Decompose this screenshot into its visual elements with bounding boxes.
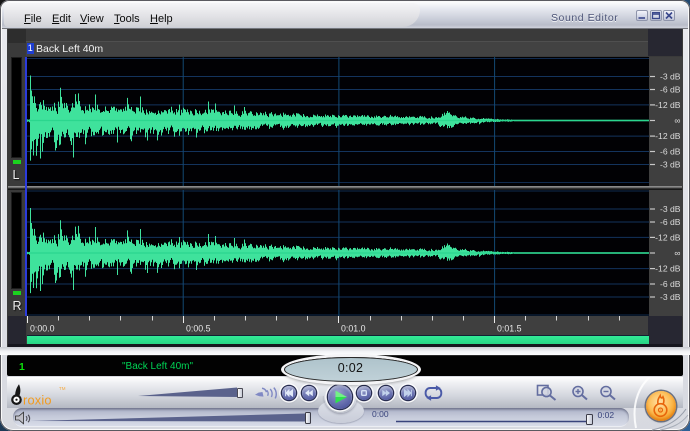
svg-text:-12 dB: -12 dB [655, 263, 681, 273]
svg-text:0:01.5: 0:01.5 [497, 323, 522, 333]
svg-text:-3 dB: -3 dB [659, 292, 680, 302]
svg-text:-3 dB: -3 dB [659, 204, 680, 214]
svg-text:-6 dB: -6 dB [659, 217, 680, 227]
svg-text:-12 dB: -12 dB [655, 100, 681, 110]
svg-text:TM: TM [59, 386, 66, 391]
svg-text:-6 dB: -6 dB [659, 147, 680, 157]
svg-text:∞: ∞ [674, 116, 680, 126]
svg-text:-6 dB: -6 dB [659, 279, 680, 289]
svg-text:0:00.5: 0:00.5 [186, 323, 211, 333]
svg-text:0:01.0: 0:01.0 [341, 323, 366, 333]
svg-text:-12 dB: -12 dB [655, 232, 681, 242]
svg-text:-3 dB: -3 dB [659, 160, 680, 170]
svg-text:-3 dB: -3 dB [659, 72, 680, 82]
svg-text:0:00.0: 0:00.0 [30, 323, 55, 333]
svg-text:roxio: roxio [23, 392, 52, 407]
svg-text:-6 dB: -6 dB [659, 85, 680, 95]
svg-text:-12 dB: -12 dB [655, 131, 681, 141]
svg-text:∞: ∞ [674, 248, 680, 258]
